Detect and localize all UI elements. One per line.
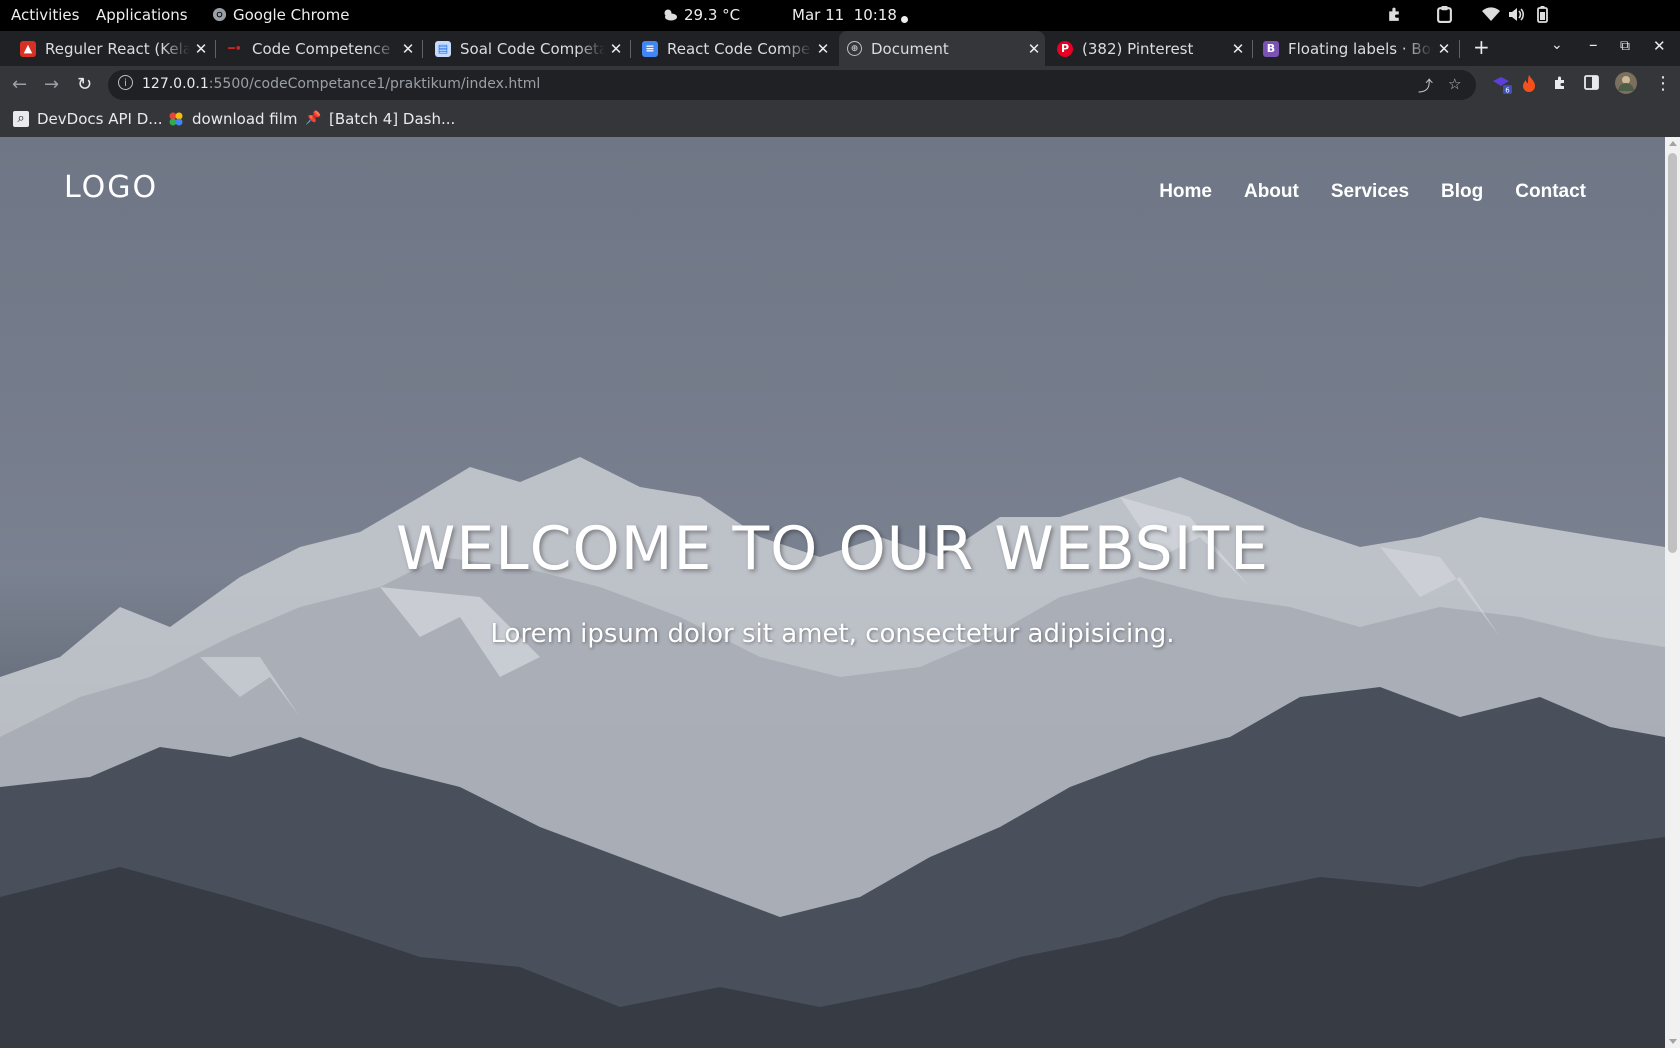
tab-title: Code Competence KM (252, 39, 397, 58)
chrome-icon (212, 7, 227, 26)
weather-cloud-icon (662, 7, 678, 26)
tab-reguler-react[interactable]: ▲ Reguler React (Kelas A ✕ (12, 31, 212, 66)
tab-title: (382) Pinterest (1082, 39, 1194, 58)
nav-home[interactable]: Home (1159, 181, 1212, 203)
bootstrap-icon: B (1263, 40, 1279, 57)
more-menu-icon[interactable]: ⋮ (1654, 73, 1672, 94)
close-icon[interactable]: ✕ (605, 40, 627, 58)
mountain-background-image (0, 457, 1665, 1048)
close-icon[interactable]: ✕ (1023, 40, 1045, 58)
pinterest-icon: P (1057, 40, 1073, 57)
address-bar[interactable]: i 127.0.0.1:5500/codeCompetance1/praktik… (108, 70, 1476, 100)
docs-icon: ≡ (642, 40, 658, 57)
extension-puzzle-icon[interactable] (1386, 6, 1403, 27)
notification-dot-icon (900, 10, 909, 28)
tab-title: React Code Competance (667, 39, 812, 58)
tab-react-code[interactable]: ≡ React Code Competance ✕ (634, 31, 834, 66)
close-icon[interactable]: ✕ (1227, 40, 1249, 58)
pinwheel-icon (168, 111, 184, 127)
nav-contact[interactable]: Contact (1515, 181, 1586, 203)
bookmark-devdocs[interactable]: ⌕ DevDocs API D... (13, 110, 163, 128)
search-icon: ⌕ (13, 111, 29, 127)
volume-icon[interactable] (1508, 7, 1525, 26)
close-icon[interactable]: ✕ (1433, 40, 1455, 58)
site-logo[interactable]: LOGO (64, 170, 158, 205)
tab-title: Floating labels · Bootstrap (1288, 39, 1433, 58)
bookmark-label: download film (192, 110, 298, 128)
scroll-up-arrow-icon[interactable] (1669, 141, 1677, 146)
applications-menu[interactable]: Applications (96, 6, 188, 24)
extensions-puzzle-icon[interactable] (1552, 75, 1568, 95)
hero-subtitle: Lorem ipsum dolor sit amet, consectetur … (490, 619, 1175, 649)
bookmark-label: DevDocs API D... (37, 110, 163, 128)
battery-icon[interactable] (1537, 6, 1548, 27)
close-icon[interactable]: ✕ (397, 40, 419, 58)
bookmark-star-icon[interactable]: ☆ (1448, 75, 1461, 93)
hero-title: WELCOME TO OUR WEBSITE (395, 514, 1270, 584)
page-viewport: LOGO Home About Services Blog Contact WE… (0, 137, 1665, 1048)
minimize-icon[interactable]: – (1589, 35, 1598, 55)
site-nav: Home About Services Blog Contact (1159, 181, 1586, 203)
restore-icon[interactable]: ⧉ (1620, 38, 1630, 54)
side-panel-icon[interactable] (1584, 75, 1599, 94)
tab-search-chevron-icon[interactable]: ⌄ (1551, 37, 1563, 53)
tab-title: Soal Code Competance (460, 39, 605, 58)
site-info-icon[interactable]: i (118, 75, 133, 90)
scroll-down-arrow-icon[interactable] (1669, 1039, 1677, 1044)
favicon-icon: ▲ (20, 40, 36, 57)
globe-icon: ⊕ (847, 41, 862, 56)
close-icon[interactable]: ✕ (812, 40, 834, 58)
profile-avatar[interactable] (1615, 72, 1637, 98)
new-tab-plus-icon[interactable]: + (1473, 35, 1490, 59)
tab-code-competence[interactable]: ━• Code Competence KM ✕ (219, 31, 419, 66)
scrollbar-thumb[interactable] (1668, 153, 1677, 553)
close-icon[interactable]: ✕ (190, 40, 212, 58)
extension-badge-icon[interactable]: 6 (1491, 75, 1513, 99)
extension-flame-icon[interactable] (1522, 75, 1536, 97)
svg-text:6: 6 (1505, 87, 1510, 95)
back-arrow-icon[interactable]: ← (12, 74, 27, 95)
activities-button[interactable]: Activities (11, 6, 79, 24)
book-icon: ▤ (435, 40, 451, 57)
tab-floating-labels[interactable]: B Floating labels · Bootstrap ✕ (1255, 31, 1455, 66)
clipboard-icon[interactable] (1437, 6, 1452, 27)
nav-about[interactable]: About (1244, 181, 1299, 203)
nav-services[interactable]: Services (1331, 181, 1409, 203)
bookmark-download-film[interactable]: download film (168, 110, 298, 128)
window-close-icon[interactable]: ✕ (1653, 37, 1666, 55)
tab-title: Reguler React (Kelas A (45, 39, 190, 58)
tab-pinterest[interactable]: P (382) Pinterest ✕ (1049, 31, 1249, 66)
app-name[interactable]: Google Chrome (233, 6, 350, 24)
bookmarks-bar: ⌕ DevDocs API D... download film 📌 [Batc… (0, 104, 1680, 137)
pin-icon: 📌 (305, 111, 322, 126)
favicon-icon: ━• (228, 42, 242, 55)
browser-toolbar: ← → ↻ i 127.0.0.1:5500/codeCompetance1/p… (0, 66, 1680, 104)
weather-temperature[interactable]: 29.3 °C (684, 6, 740, 24)
page-scrollbar[interactable] (1665, 137, 1680, 1048)
tab-strip: ▲ Reguler React (Kelas A ✕ ━• Code Compe… (0, 31, 1680, 66)
forward-arrow-icon[interactable]: → (44, 74, 59, 95)
clock[interactable]: Mar 11 10:18 (792, 6, 897, 24)
bookmark-batch4-dashboard[interactable]: 📌 [Batch 4] Dash... (305, 110, 455, 128)
bookmark-label: [Batch 4] Dash... (329, 110, 456, 128)
wifi-icon[interactable] (1482, 7, 1500, 26)
tab-soal-code[interactable]: ▤ Soal Code Competance ✕ (427, 31, 627, 66)
tab-document[interactable]: ⊕ Document ✕ (839, 31, 1045, 66)
system-top-bar: Activities Applications Google Chrome 29… (0, 0, 1680, 31)
share-icon[interactable]: ⤴ (1418, 75, 1433, 96)
url-text[interactable]: 127.0.0.1:5500/codeCompetance1/praktikum… (142, 76, 540, 92)
nav-blog[interactable]: Blog (1441, 181, 1483, 203)
tab-title: Document (871, 39, 949, 58)
reload-icon[interactable]: ↻ (77, 74, 92, 95)
